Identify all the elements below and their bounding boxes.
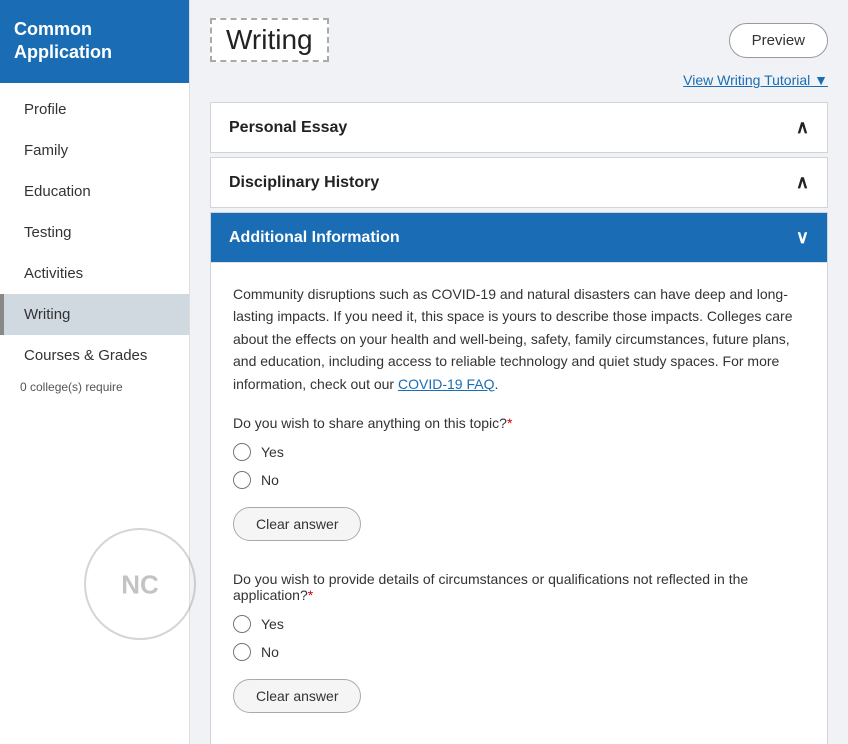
sidebar-header: Common Application bbox=[0, 0, 189, 83]
sidebar-item-testing[interactable]: Testing bbox=[0, 212, 189, 253]
sidebar-item-profile[interactable]: Profile bbox=[0, 89, 189, 130]
additional-info-description: Community disruptions such as COVID-19 a… bbox=[233, 283, 805, 395]
question1-label: Do you wish to share anything on this to… bbox=[233, 415, 805, 431]
question1-no-radio[interactable] bbox=[233, 471, 251, 489]
additional-info-title: Additional Information bbox=[229, 229, 400, 247]
view-tutorial-link[interactable]: View Writing Tutorial ▼ bbox=[683, 72, 828, 88]
question2-yes-radio[interactable] bbox=[233, 615, 251, 633]
sidebar-item-education[interactable]: Education bbox=[0, 171, 189, 212]
preview-button[interactable]: Preview bbox=[729, 23, 828, 58]
sidebar-item-courses[interactable]: Courses & Grades bbox=[0, 335, 189, 376]
disciplinary-history-accordion: Disciplinary History ∧ bbox=[210, 157, 828, 208]
question2-block: Do you wish to provide details of circum… bbox=[233, 571, 805, 735]
view-tutorial-link-wrapper: View Writing Tutorial ▼ bbox=[210, 72, 828, 90]
question1-yes-label: Yes bbox=[261, 444, 284, 460]
personal-essay-title: Personal Essay bbox=[229, 119, 347, 137]
disciplinary-history-title: Disciplinary History bbox=[229, 174, 379, 192]
additional-info-chevron: ∨ bbox=[796, 227, 809, 248]
question2-label: Do you wish to provide details of circum… bbox=[233, 571, 805, 603]
question1-no-option[interactable]: No bbox=[233, 471, 805, 489]
question2-required: * bbox=[308, 587, 313, 603]
question2-no-label: No bbox=[261, 644, 279, 660]
page-header: Writing Preview bbox=[210, 18, 828, 62]
additional-info-accordion: Additional Information ∨ Community disru… bbox=[210, 212, 828, 744]
question1-required: * bbox=[507, 415, 512, 431]
question1-clear-button[interactable]: Clear answer bbox=[233, 507, 361, 541]
sidebar-item-activities[interactable]: Activities bbox=[0, 253, 189, 294]
question1-block: Do you wish to share anything on this to… bbox=[233, 415, 805, 563]
question2-clear-button[interactable]: Clear answer bbox=[233, 679, 361, 713]
disciplinary-history-header[interactable]: Disciplinary History ∧ bbox=[211, 158, 827, 207]
sidebar: Common Application Profile Family Educat… bbox=[0, 0, 190, 744]
question1-yes-radio[interactable] bbox=[233, 443, 251, 461]
personal-essay-chevron: ∧ bbox=[796, 117, 809, 138]
covid-faq-link[interactable]: COVID-19 FAQ bbox=[398, 376, 494, 392]
disciplinary-history-chevron: ∧ bbox=[796, 172, 809, 193]
personal-essay-accordion: Personal Essay ∧ bbox=[210, 102, 828, 153]
sidebar-courses-sub: 0 college(s) require bbox=[0, 376, 189, 402]
sidebar-app-title: Common Application bbox=[14, 19, 112, 62]
question2-no-radio[interactable] bbox=[233, 643, 251, 661]
additional-info-body: Community disruptions such as COVID-19 a… bbox=[211, 262, 827, 744]
sidebar-item-family[interactable]: Family bbox=[0, 130, 189, 171]
page-title: Writing bbox=[210, 18, 329, 62]
question2-no-option[interactable]: No bbox=[233, 643, 805, 661]
personal-essay-header[interactable]: Personal Essay ∧ bbox=[211, 103, 827, 152]
additional-info-header[interactable]: Additional Information ∨ bbox=[211, 213, 827, 262]
sidebar-item-writing[interactable]: Writing bbox=[0, 294, 189, 335]
question1-yes-option[interactable]: Yes bbox=[233, 443, 805, 461]
question2-yes-label: Yes bbox=[261, 616, 284, 632]
question1-no-label: No bbox=[261, 472, 279, 488]
sidebar-nav: Profile Family Education Testing Activit… bbox=[0, 83, 189, 402]
main-content: Writing Preview View Writing Tutorial ▼ … bbox=[190, 0, 848, 744]
question2-yes-option[interactable]: Yes bbox=[233, 615, 805, 633]
